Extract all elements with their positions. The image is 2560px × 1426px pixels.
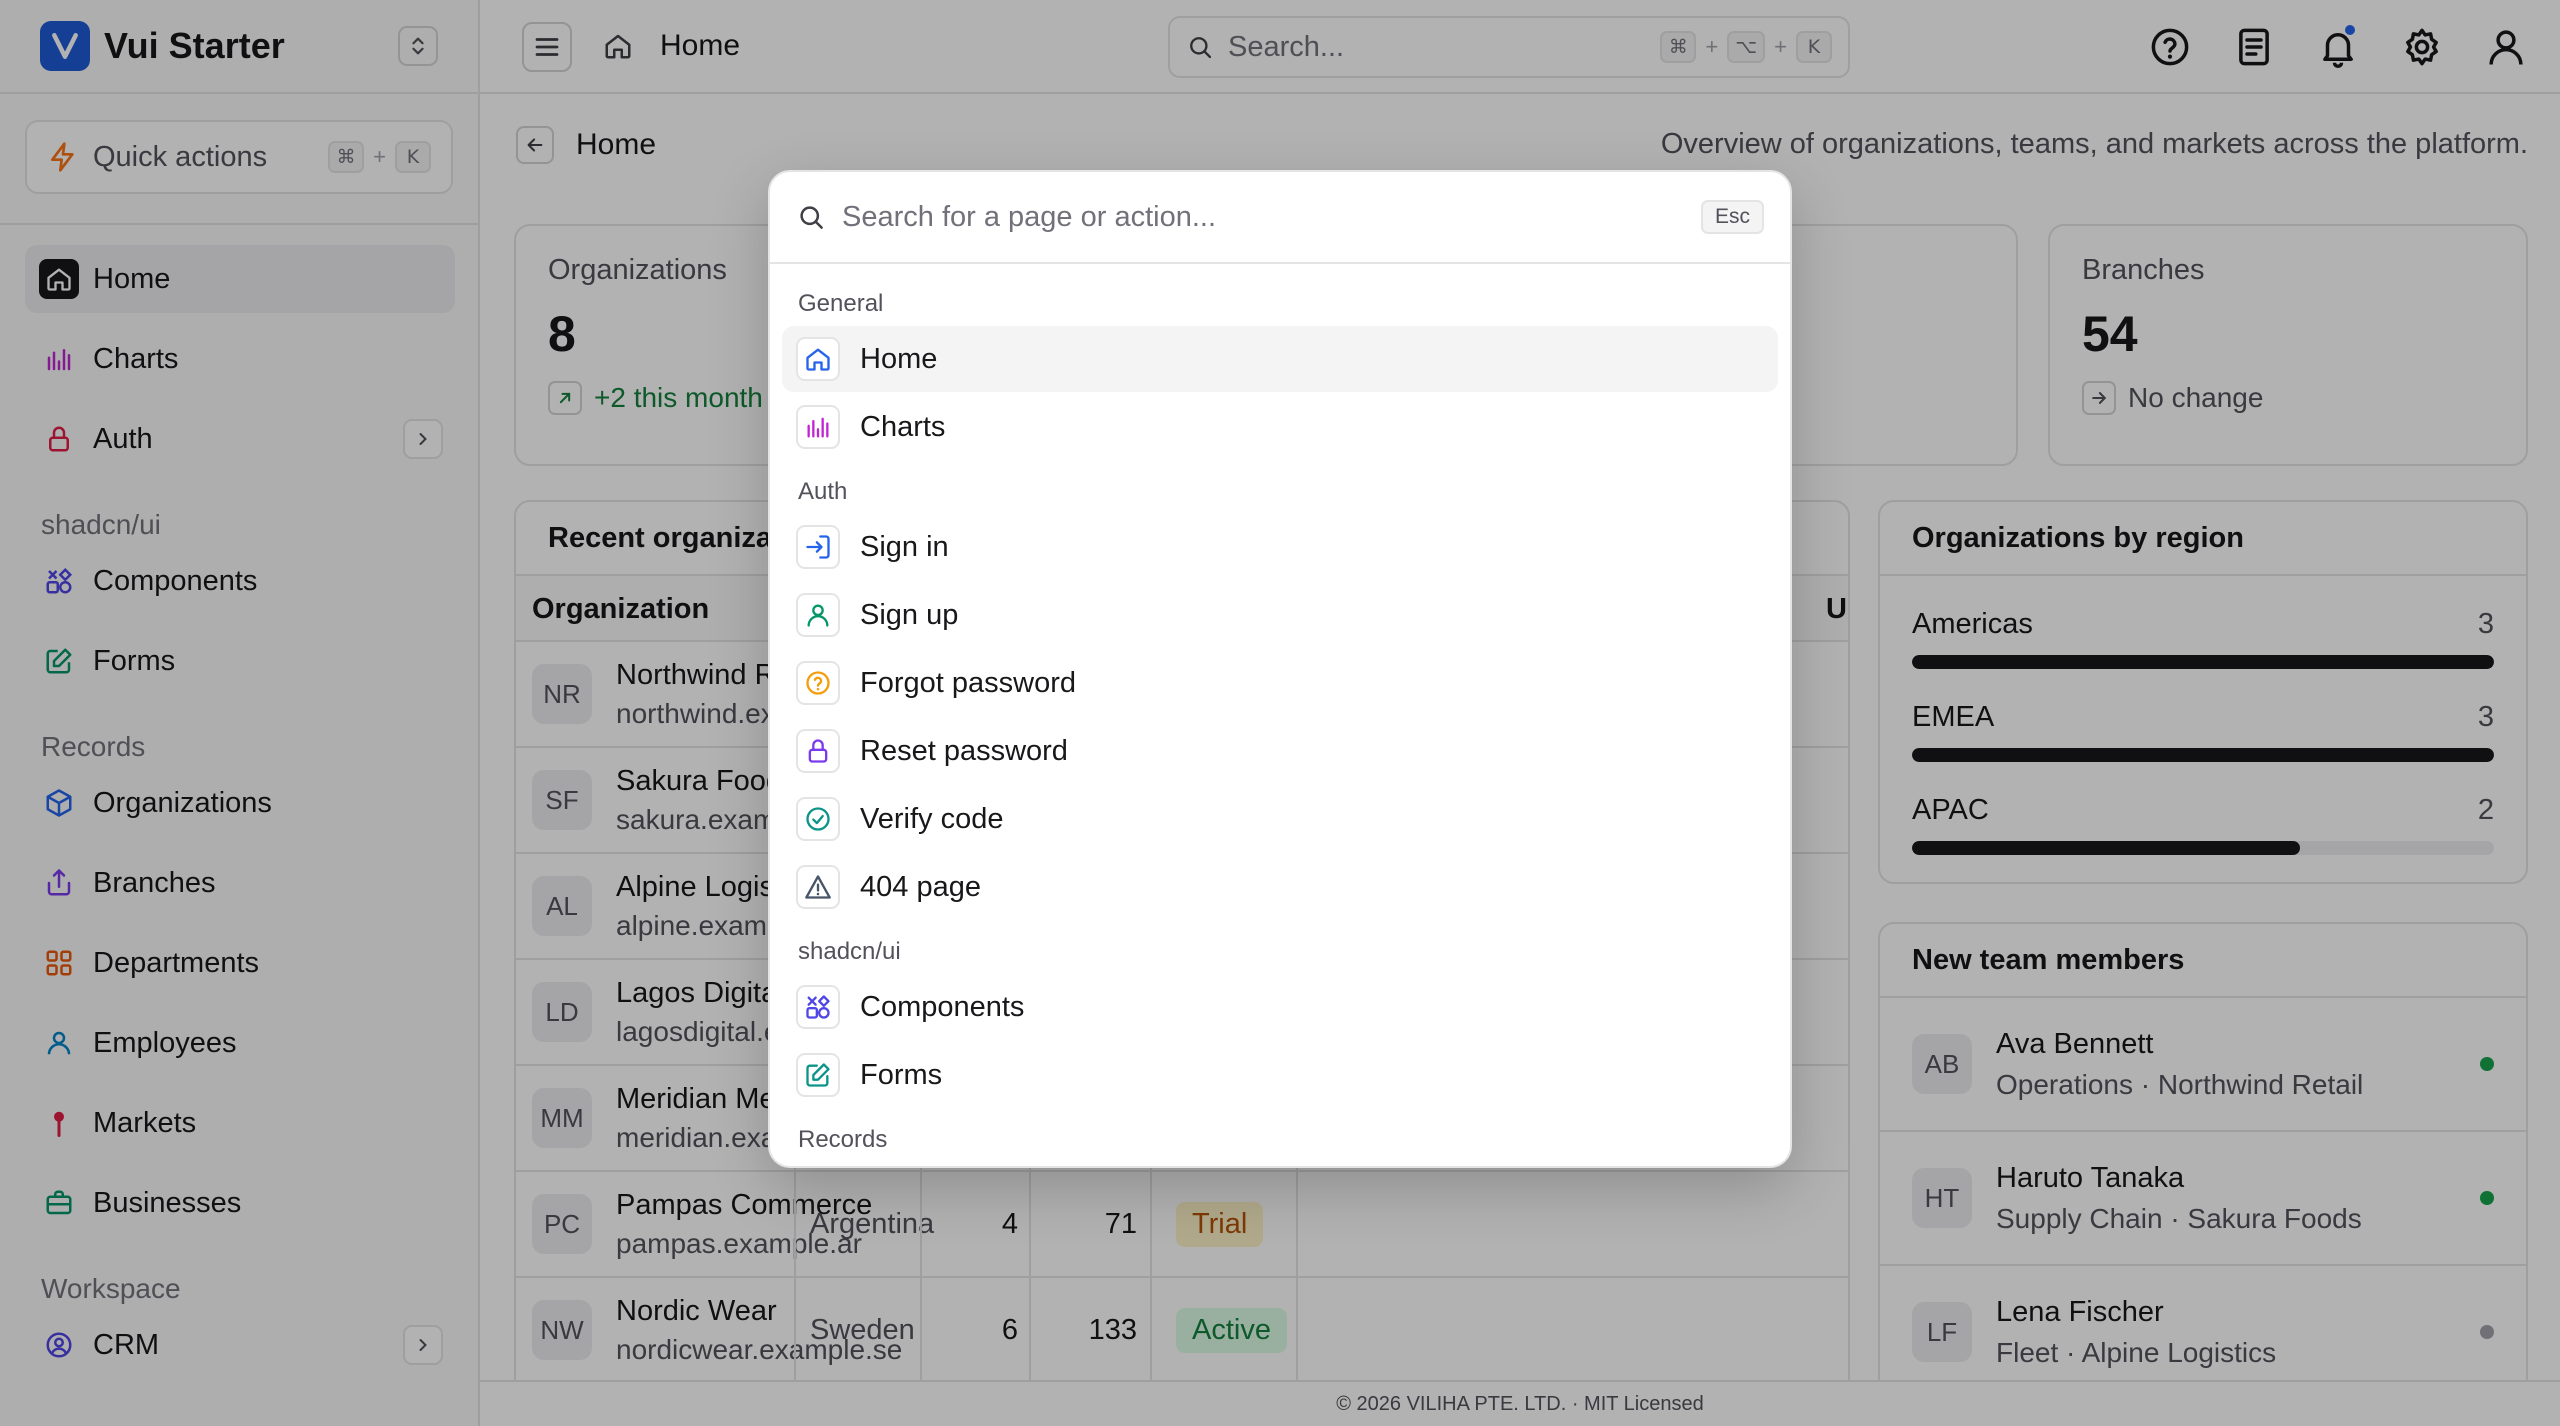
command-item-label: Components: [860, 990, 1025, 1023]
warning-icon: [796, 865, 840, 909]
command-item-label: 404 page: [860, 870, 981, 903]
command-item-label: Charts: [860, 410, 946, 443]
esc-key-hint[interactable]: Esc: [1700, 200, 1764, 234]
command-search-input[interactable]: [842, 200, 1701, 234]
command-group-title: General: [798, 290, 884, 317]
command-item-home[interactable]: Home: [782, 326, 1778, 392]
question-icon: [796, 661, 840, 705]
command-item-reset-password[interactable]: Reset password: [782, 718, 1778, 784]
command-item-label: Sign in: [860, 530, 949, 563]
check-circle-icon: [796, 797, 840, 841]
command-item-label: Sign up: [860, 598, 959, 631]
command-palette: Esc General Home Charts Auth Sign in Sign up F…: [768, 170, 1792, 1168]
command-search-bar: Esc: [770, 172, 1790, 264]
bar-chart-icon: [796, 405, 840, 449]
components-icon: [796, 985, 840, 1029]
command-item-components[interactable]: Components: [782, 974, 1778, 1040]
home-icon: [796, 337, 840, 381]
lock-icon: [796, 729, 840, 773]
command-group-title: Records: [798, 1126, 888, 1153]
command-item-label: Home: [860, 342, 938, 375]
command-item-label: Reset password: [860, 734, 1068, 767]
command-item-label: Forgot password: [860, 666, 1076, 699]
user-plus-icon: [796, 593, 840, 637]
command-item-404-page[interactable]: 404 page: [782, 854, 1778, 920]
command-item-sign-up[interactable]: Sign up: [782, 582, 1778, 648]
command-item-label: Forms: [860, 1058, 943, 1091]
log-in-icon: [796, 525, 840, 569]
command-item-charts[interactable]: Charts: [782, 394, 1778, 460]
command-item-verify-code[interactable]: Verify code: [782, 786, 1778, 852]
search-icon: [800, 206, 823, 229]
command-list: General Home Charts Auth Sign in Sign up Forgo…: [770, 264, 1790, 1166]
edit-icon: [796, 1053, 840, 1097]
command-item-forgot-password[interactable]: Forgot password: [782, 650, 1778, 716]
command-item-forms[interactable]: Forms: [782, 1042, 1778, 1108]
command-group-title: Auth: [798, 478, 848, 505]
command-item-sign-in[interactable]: Sign in: [782, 514, 1778, 580]
command-item-label: Verify code: [860, 802, 1004, 835]
command-group-title: shadcn/ui: [798, 938, 901, 965]
